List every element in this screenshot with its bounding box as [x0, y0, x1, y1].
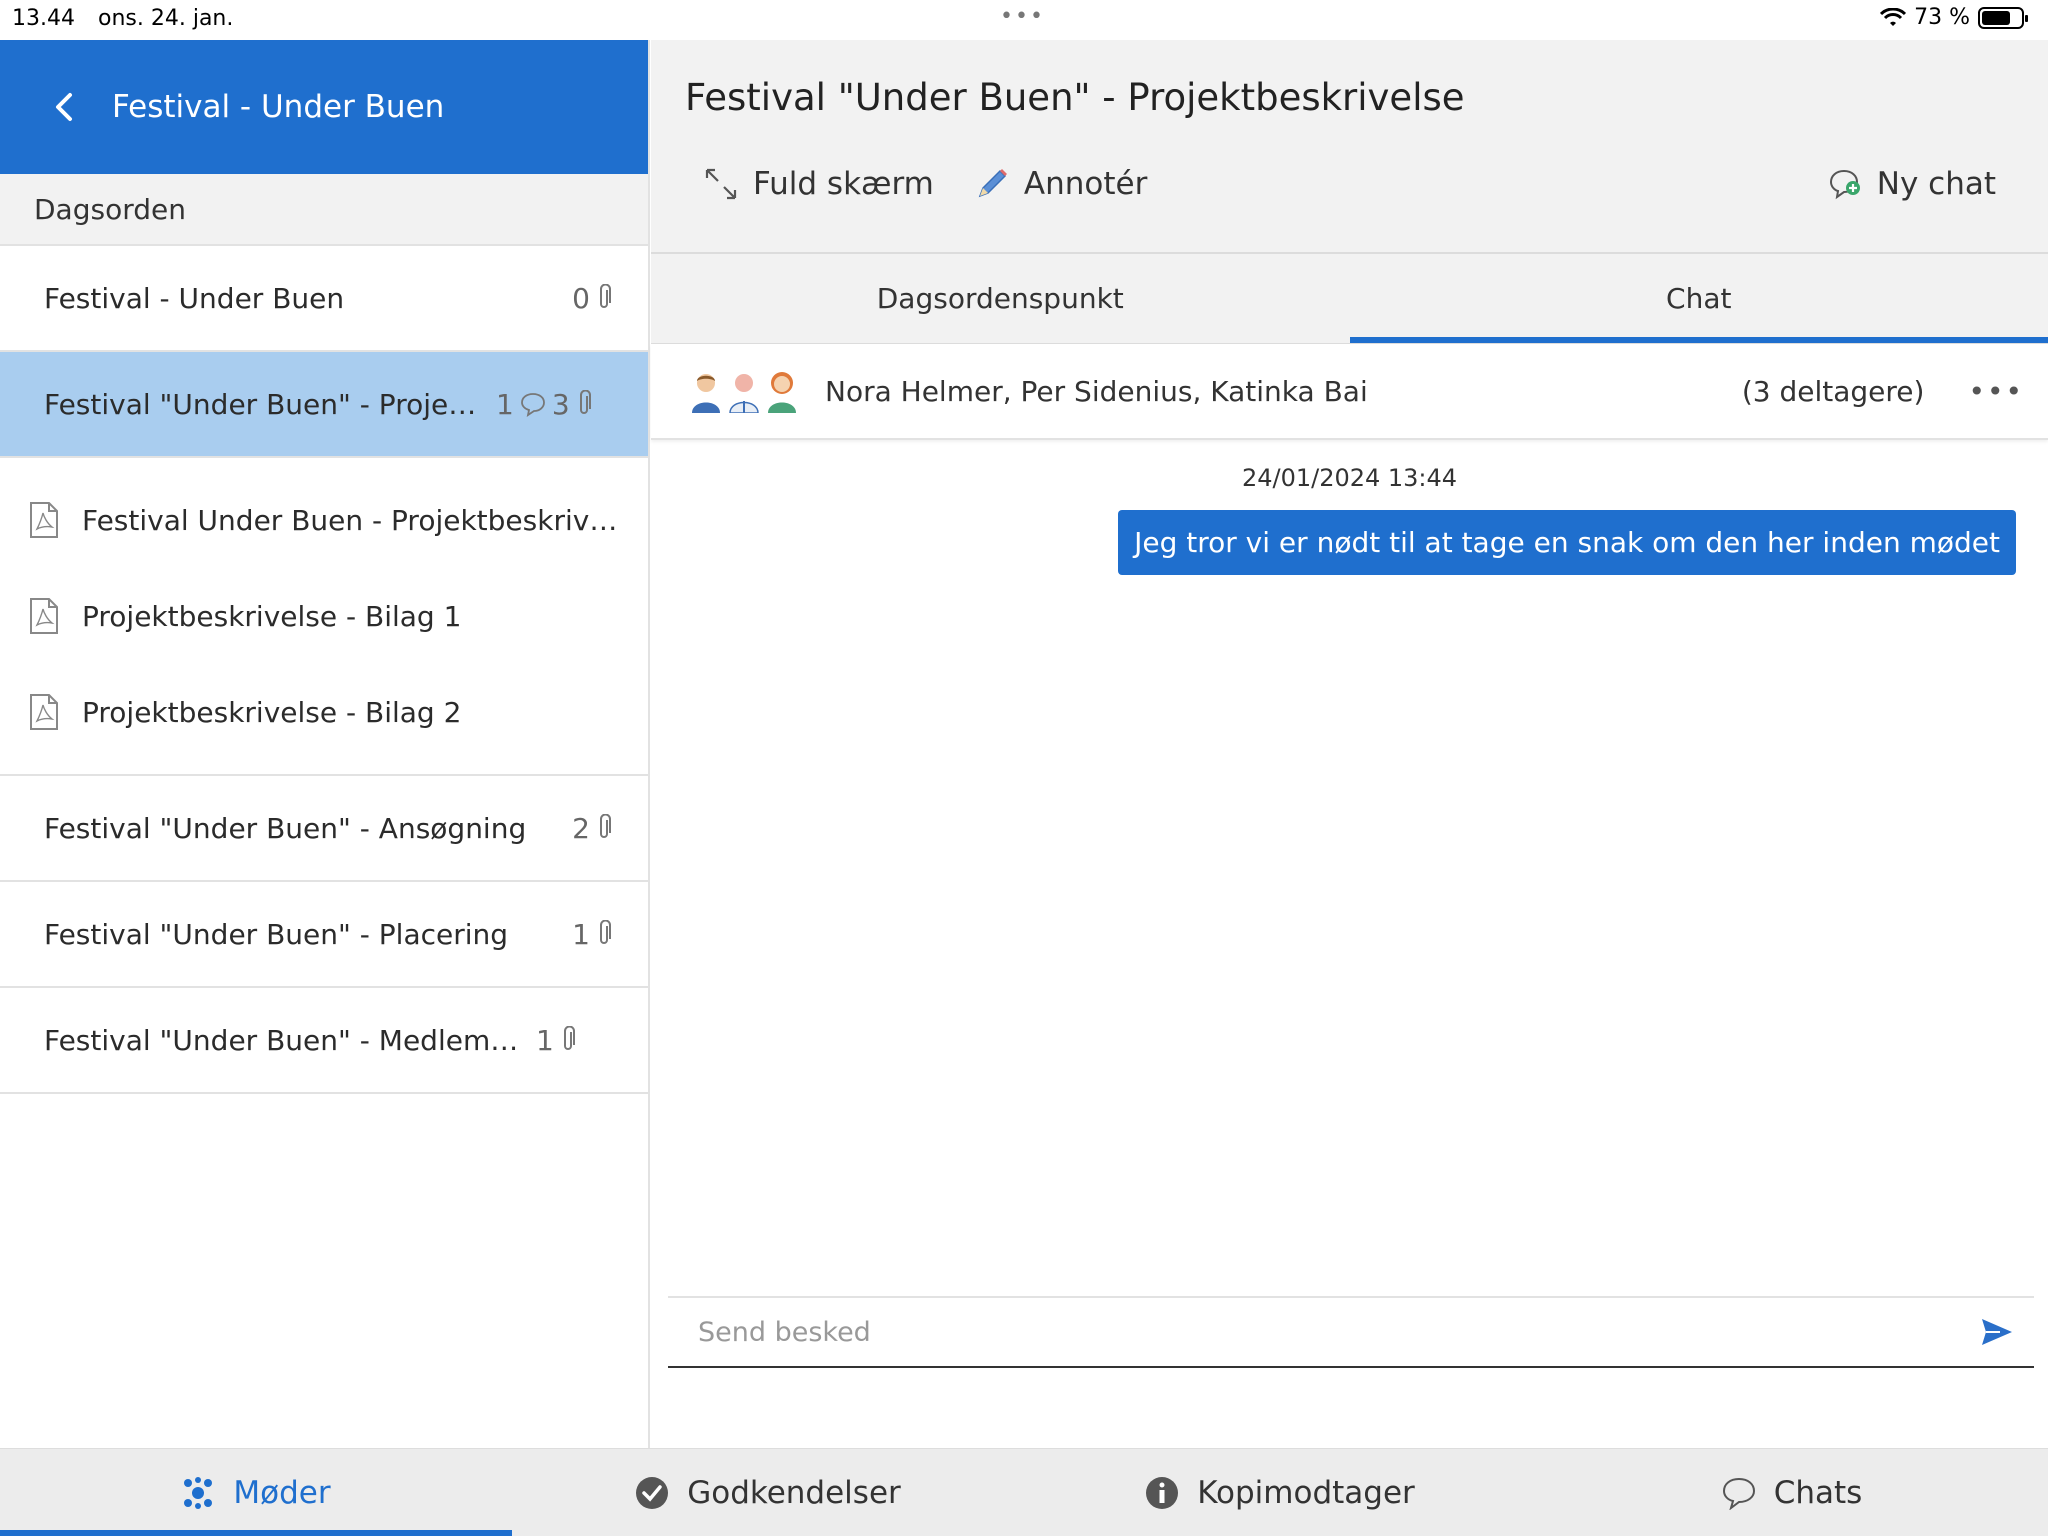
pdf-file-icon: [30, 598, 58, 634]
attachment-label: Projektbeskrivelse - Bilag 2: [82, 695, 462, 729]
attachment-count: 2: [572, 812, 612, 845]
status-time: 13.44: [12, 6, 75, 31]
avatar-icon: [768, 372, 796, 413]
document-toolbar: Fuld skærm Annotér: [703, 166, 1147, 202]
avatar-icon: [729, 374, 759, 413]
pdf-file-icon: [30, 694, 58, 730]
tab-chats-label: Chats: [1773, 1474, 1863, 1511]
wifi-icon: [1880, 7, 1907, 26]
agenda-item-counts: 1 3: [496, 388, 592, 421]
agenda-item[interactable]: Festival - Under Buen 0: [0, 246, 648, 352]
status-date: ons. 24. jan.: [98, 6, 234, 31]
agenda-item-label: Festival - Under Buen: [44, 281, 345, 315]
sidebar-title: Festival - Under Buen: [112, 89, 445, 125]
bottom-tab-bar: Møder Godkendelser Kopimodtager Chats: [0, 1448, 2048, 1536]
detail-pane: Festival "Under Buen" - Projektbeskrivel…: [651, 40, 2048, 1448]
attachment-item[interactable]: Projektbeskrivelse - Bilag 1: [0, 568, 648, 664]
status-indicators: 73 %: [1880, 5, 2028, 30]
info-icon: [1146, 1476, 1179, 1509]
back-chevron-icon[interactable]: [50, 92, 80, 122]
chat-count: 1: [496, 387, 514, 421]
own-message-bubble[interactable]: Jeg tror vi er nødt til at tage en snak …: [1118, 510, 2016, 575]
document-header: Festival "Under Buen" - Projektbeskrivel…: [651, 40, 2048, 254]
annotate-button[interactable]: Annotér: [974, 166, 1147, 202]
tab-approvals[interactable]: Godkendelser: [512, 1449, 1024, 1536]
detail-tabs: Dagsordenspunkt Chat: [651, 254, 2048, 344]
message-input[interactable]: [698, 1316, 1980, 1348]
tab-agenda-item[interactable]: Dagsordenspunkt: [651, 254, 1350, 343]
annotate-label: Annotér: [1023, 166, 1148, 202]
chat-bubble-icon: [520, 393, 545, 417]
check-circle-icon: [636, 1476, 669, 1509]
agenda-item-selected[interactable]: Festival "Under Buen" - Projektbeskrivel…: [0, 352, 648, 458]
agenda-item-label: Festival "Under Buen" - Ansøgning: [44, 811, 527, 845]
paperclip-icon: [579, 390, 591, 414]
attachment-count: 1: [572, 918, 612, 951]
tab-approvals-label: Godkendelser: [687, 1474, 901, 1511]
tab-chat[interactable]: Chat: [1349, 254, 2048, 343]
agenda-item-label: Festival "Under Buen" - Projektbeskrivel…: [44, 387, 484, 421]
agenda-item[interactable]: Festival "Under Buen" - Medlemsliste 1: [0, 988, 648, 1094]
battery-icon: [1978, 6, 2028, 29]
attachment-count: 3: [551, 387, 570, 421]
fullscreen-label: Fuld skærm: [753, 166, 934, 202]
pdf-file-icon: [30, 502, 58, 538]
chat-bubble-icon: [1722, 1477, 1755, 1510]
paperclip-icon: [600, 920, 611, 944]
message-timestamp: 24/01/2024 13:44: [1241, 464, 1458, 492]
section-header-agenda: Dagsorden: [0, 174, 648, 246]
paperclip-icon: [600, 814, 611, 838]
fullscreen-button[interactable]: Fuld skærm: [703, 166, 934, 202]
attachment-item[interactable]: Projektbeskrivelse - Bilag 2: [0, 664, 648, 760]
status-bar: 13.44 ons. 24. jan. ••• 73 %: [0, 0, 2048, 40]
agenda-item[interactable]: Festival "Under Buen" - Placering 1: [0, 882, 648, 988]
paperclip-icon: [600, 284, 611, 308]
attachment-list: Festival Under Buen - Projektbeskrivelse…: [0, 458, 648, 776]
more-options-icon[interactable]: •••: [1968, 375, 2024, 408]
participant-count: (3 deltagere): [1741, 374, 1925, 408]
pencil-icon: [978, 169, 1007, 198]
attachment-item[interactable]: Festival Under Buen - Projektbeskrivelse: [0, 472, 648, 568]
tab-meetings-label: Møder: [233, 1474, 331, 1511]
document-title: Festival "Under Buen" - Projektbeskrivel…: [685, 76, 1465, 119]
new-chat-icon: [1829, 169, 1860, 200]
agenda-sidebar: Festival - Under Buen Dagsorden Festival…: [0, 40, 650, 1448]
agenda-item[interactable]: Festival "Under Buen" - Ansøgning 2: [0, 776, 648, 882]
tab-meetings[interactable]: Møder: [0, 1449, 512, 1536]
tab-copy-recipient-label: Kopimodtager: [1197, 1474, 1415, 1511]
meetings-icon: [184, 1476, 213, 1509]
message-input-bar: [668, 1296, 2034, 1368]
attachment-count: 1: [536, 1024, 576, 1057]
multitasking-dots[interactable]: •••: [1000, 4, 1045, 29]
tab-copy-recipient[interactable]: Kopimodtager: [1024, 1449, 1536, 1536]
new-chat-button[interactable]: Ny chat: [1827, 166, 1996, 202]
agenda-item-label: Festival "Under Buen" - Medlemsliste: [44, 1023, 524, 1057]
tab-chats[interactable]: Chats: [1536, 1449, 2048, 1536]
chat-participants-bar[interactable]: Nora Helmer, Per Sidenius, Katinka Bai (…: [651, 344, 2048, 440]
participant-names: Nora Helmer, Per Sidenius, Katinka Bai: [825, 374, 1368, 408]
battery-percent: 73 %: [1914, 5, 1970, 30]
participant-avatars: [689, 369, 799, 413]
chat-messages-area: 24/01/2024 13:44 Jeg tror vi er nødt til…: [651, 440, 2048, 1368]
new-chat-label: Ny chat: [1876, 166, 1996, 202]
paperclip-icon: [563, 1026, 575, 1050]
agenda-item-label: Festival "Under Buen" - Placering: [44, 917, 509, 951]
attachment-label: Festival Under Buen - Projektbeskrivelse: [82, 503, 622, 537]
sidebar-header: Festival - Under Buen: [0, 40, 648, 174]
attachment-count: 0: [572, 282, 612, 315]
send-icon[interactable]: [1980, 1317, 2014, 1347]
attachment-label: Projektbeskrivelse - Bilag 1: [82, 599, 462, 633]
avatar-icon: [692, 374, 720, 413]
expand-icon: [705, 168, 737, 200]
